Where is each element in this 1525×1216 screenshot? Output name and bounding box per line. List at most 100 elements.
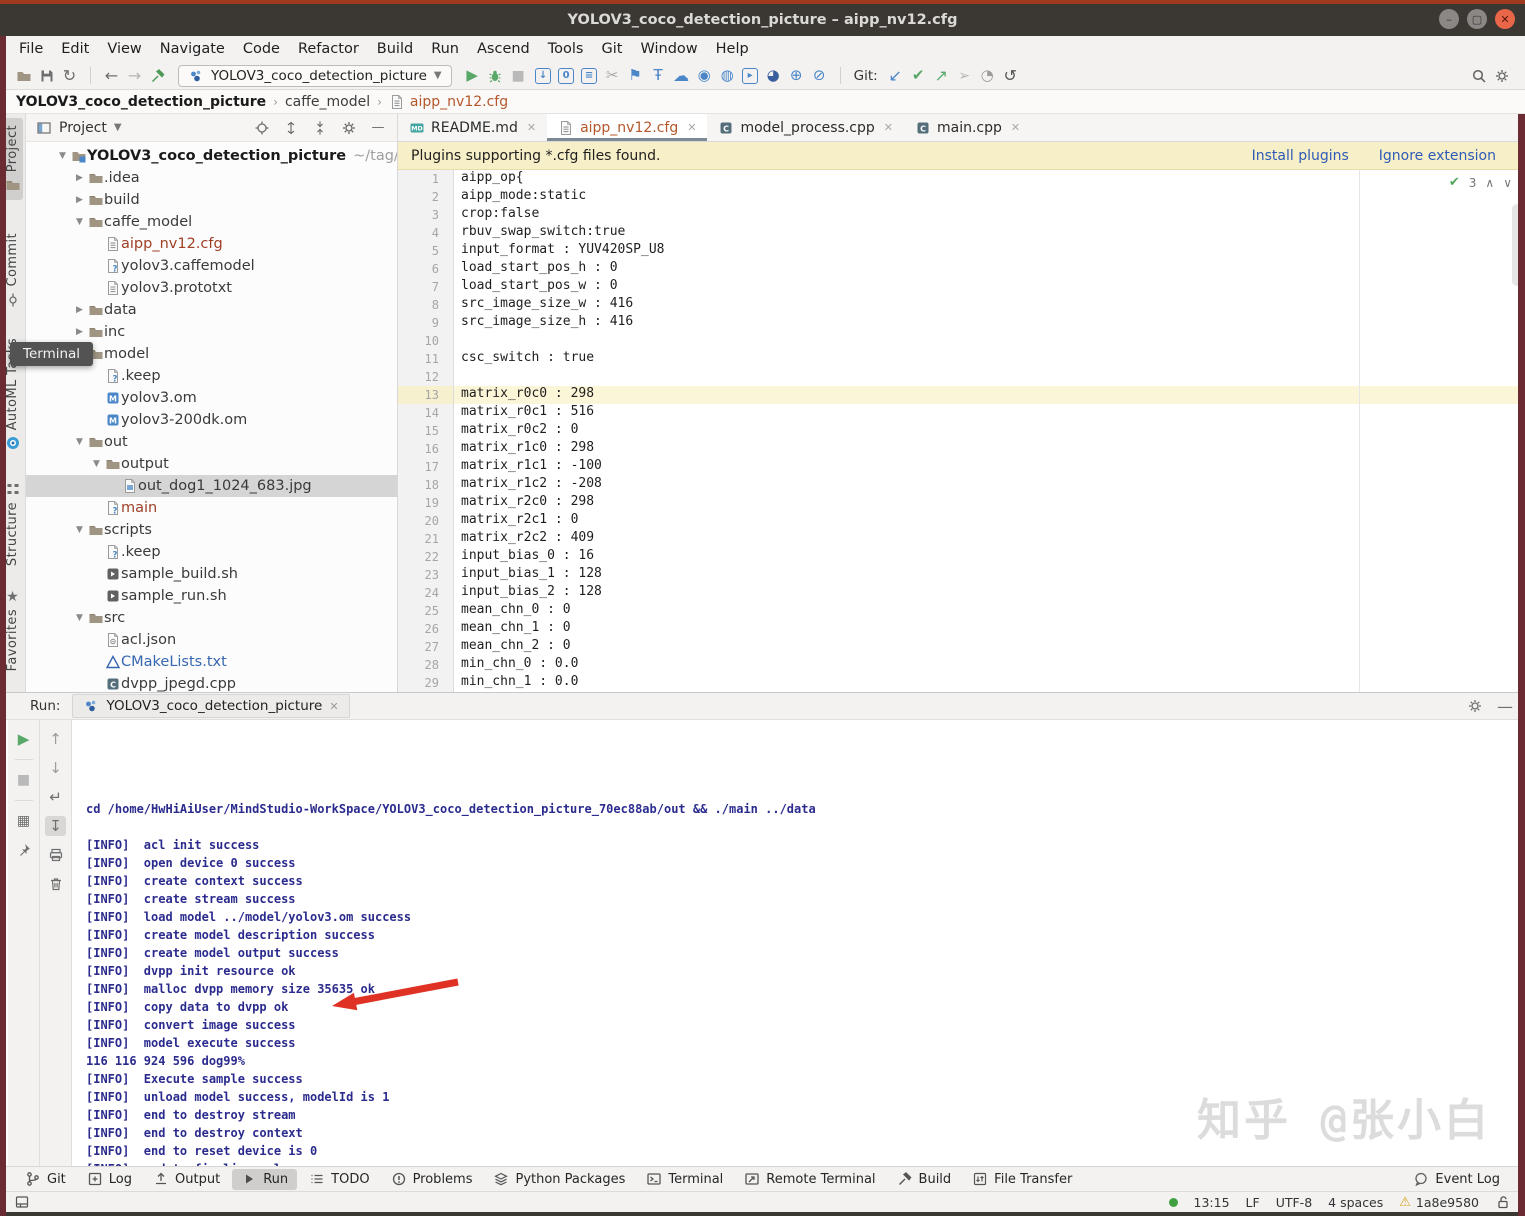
menu-help[interactable]: Help [707, 41, 758, 57]
gear-icon[interactable] [1467, 698, 1483, 714]
flag-convert-button[interactable]: ⚑ [624, 65, 647, 87]
chevron-down-icon[interactable]: ▼ [88, 459, 105, 469]
event-log-button[interactable]: Event Log [1404, 1169, 1509, 1190]
code-line[interactable]: input_format : YUV420SP_U8 [454, 242, 1525, 260]
toolwindow-python-packages[interactable]: Python Packages [484, 1169, 634, 1190]
forward-button[interactable]: → [123, 65, 146, 87]
chevron-right-icon[interactable]: ▶ [71, 173, 88, 183]
tree-row[interactable]: ▼YOLOV3_coco_detection_picture~/tag/samp… [26, 145, 397, 167]
breadcrumb-item[interactable]: YOLOV3_coco_detection_picture [16, 94, 266, 110]
code-line[interactable]: mean_chn_0 : 0 [454, 602, 1525, 620]
toolwindow-terminal[interactable]: Terminal [637, 1169, 732, 1190]
tree-row[interactable]: ▼out [26, 431, 397, 453]
git-commit-button[interactable]: ✔ [907, 65, 930, 87]
code-line[interactable]: input_bias_2 : 128 [454, 584, 1525, 602]
down-button[interactable]: ↓ [45, 758, 66, 778]
tree-row[interactable]: ▼src [26, 607, 397, 629]
code-line[interactable]: mean_chn_2 : 0 [454, 638, 1525, 656]
toolwindow-build[interactable]: Build [888, 1169, 961, 1190]
tree-row[interactable]: ▼caffe_model [26, 211, 397, 233]
close-icon[interactable]: ✕ [1011, 121, 1020, 134]
close-icon[interactable]: ✕ [884, 121, 893, 134]
circle-chart-button[interactable]: ◍ [716, 65, 739, 87]
expand-all-button[interactable] [282, 117, 300, 139]
minimize-button[interactable]: – [1439, 9, 1459, 29]
tree-row[interactable]: aipp_nv12.cfg [26, 233, 397, 255]
maximize-button[interactable]: ▢ [1467, 9, 1487, 29]
close-icon[interactable]: ✕ [527, 121, 536, 134]
toolwindow-file-transfer[interactable]: File Transfer [963, 1169, 1081, 1190]
indent-setting[interactable]: 4 spaces [1328, 1195, 1383, 1210]
tree-row[interactable]: sample_build.sh [26, 563, 397, 585]
tree-row[interactable]: out_dog1_1024_683.jpg [26, 475, 397, 497]
encoding[interactable]: UTF-8 [1276, 1195, 1312, 1210]
lock-icon[interactable] [1495, 1194, 1511, 1210]
run-console[interactable]: 知乎 @张小白 cd /home/HwHiAiUser/MindStudio-W… [72, 720, 1525, 1166]
prev-inspection-icon[interactable]: ∧ [1485, 176, 1494, 190]
inspection-widget[interactable]: ✔ 3 ∧ ∨ [1449, 175, 1512, 190]
box-zero-button[interactable]: 0 [555, 65, 578, 87]
git-revision[interactable]: ⚠ 1a8e9580 [1399, 1195, 1479, 1210]
chevron-down-icon[interactable]: ▼ [71, 217, 88, 227]
code-line[interactable]: matrix_r1c0 : 298 [454, 440, 1525, 458]
project-panel-title[interactable]: Project ▼ [36, 120, 122, 136]
wrap-button[interactable]: ↵ [45, 787, 66, 807]
git-update-button[interactable]: ↙ [884, 65, 907, 87]
tree-row[interactable]: ?.keep [26, 541, 397, 563]
tree-row[interactable]: acl.json [26, 629, 397, 651]
chevron-right-icon[interactable]: ▶ [71, 195, 88, 205]
code-line[interactable] [454, 368, 1525, 386]
tree-row[interactable]: CMakeLists.txt [26, 651, 397, 673]
pie-chart-button[interactable]: ◕ [762, 65, 785, 87]
up-button[interactable]: ↑ [45, 729, 66, 749]
menu-ascend[interactable]: Ascend [468, 41, 539, 57]
build-hammer-button[interactable] [146, 65, 169, 87]
code-line[interactable]: matrix_r1c2 : -208 [454, 476, 1525, 494]
tree-row[interactable]: yolov3.prototxt [26, 277, 397, 299]
chevron-down-icon[interactable]: ▼ [54, 151, 71, 161]
git-history-button[interactable]: ◔ [976, 65, 999, 87]
toolwindow-output[interactable]: Output [144, 1169, 229, 1190]
code-line[interactable]: min_chn_1 : 0.0 [454, 674, 1525, 692]
line-ending[interactable]: LF [1246, 1195, 1260, 1210]
code-line[interactable]: matrix_r0c1 : 516 [454, 404, 1525, 422]
tree-row[interactable]: ?.keep [26, 365, 397, 387]
stop2-button[interactable]: ■ [13, 770, 34, 790]
code-line[interactable]: matrix_r2c0 : 298 [454, 494, 1525, 512]
back-button[interactable]: ← [100, 65, 123, 87]
save-button[interactable] [35, 65, 58, 87]
menu-window[interactable]: Window [631, 41, 706, 57]
menu-run[interactable]: Run [422, 41, 468, 57]
pin-button[interactable] [13, 840, 34, 860]
box-download-button[interactable]: ↓ [532, 65, 555, 87]
tree-row[interactable]: Cdvpp_jpegd.cpp [26, 673, 397, 692]
ignore-extension-link[interactable]: Ignore extension [1379, 148, 1496, 164]
code-line[interactable]: aipp_mode:static [454, 188, 1525, 206]
code-line[interactable]: input_bias_1 : 128 [454, 566, 1525, 584]
next-inspection-icon[interactable]: ∨ [1503, 176, 1512, 190]
screen-play-button[interactable]: ▸ [739, 65, 762, 87]
code-line[interactable]: aipp_op{ [454, 170, 1525, 188]
close-icon[interactable]: ✕ [329, 700, 338, 713]
run-config-selector[interactable]: YOLOV3_coco_detection_picture ▼ [178, 65, 452, 87]
doc-config-button[interactable]: ≡ [578, 65, 601, 87]
install-plugins-link[interactable]: Install plugins [1252, 148, 1349, 164]
toolwindow-remote-terminal[interactable]: Remote Terminal [735, 1169, 884, 1190]
print-button[interactable] [45, 845, 66, 865]
code-line[interactable]: rbuv_swap_switch:true [454, 224, 1525, 242]
tab-model_process-cpp[interactable]: Cmodel_process.cpp✕ [707, 114, 904, 141]
chevron-down-icon[interactable]: ▼ [71, 525, 88, 535]
run-tab[interactable]: YOLOV3_coco_detection_picture ✕ [72, 694, 349, 718]
hide-button[interactable]: — [369, 117, 387, 139]
tree-row[interactable]: sample_run.sh [26, 585, 397, 607]
tree-row[interactable]: ▶data [26, 299, 397, 321]
code-line[interactable]: min_chn_0 : 0.0 [454, 656, 1525, 674]
rerun-button[interactable]: ▶ [13, 729, 34, 749]
chevron-down-icon[interactable]: ▼ [71, 613, 88, 623]
tree-row[interactable]: Myolov3.om [26, 387, 397, 409]
collapse-all-button[interactable] [311, 117, 329, 139]
cut-button[interactable]: ✂ [601, 65, 624, 87]
code-line[interactable]: csc_switch : true [454, 350, 1525, 368]
chevron-down-icon[interactable]: ▼ [71, 437, 88, 447]
code-line[interactable]: load_start_pos_h : 0 [454, 260, 1525, 278]
